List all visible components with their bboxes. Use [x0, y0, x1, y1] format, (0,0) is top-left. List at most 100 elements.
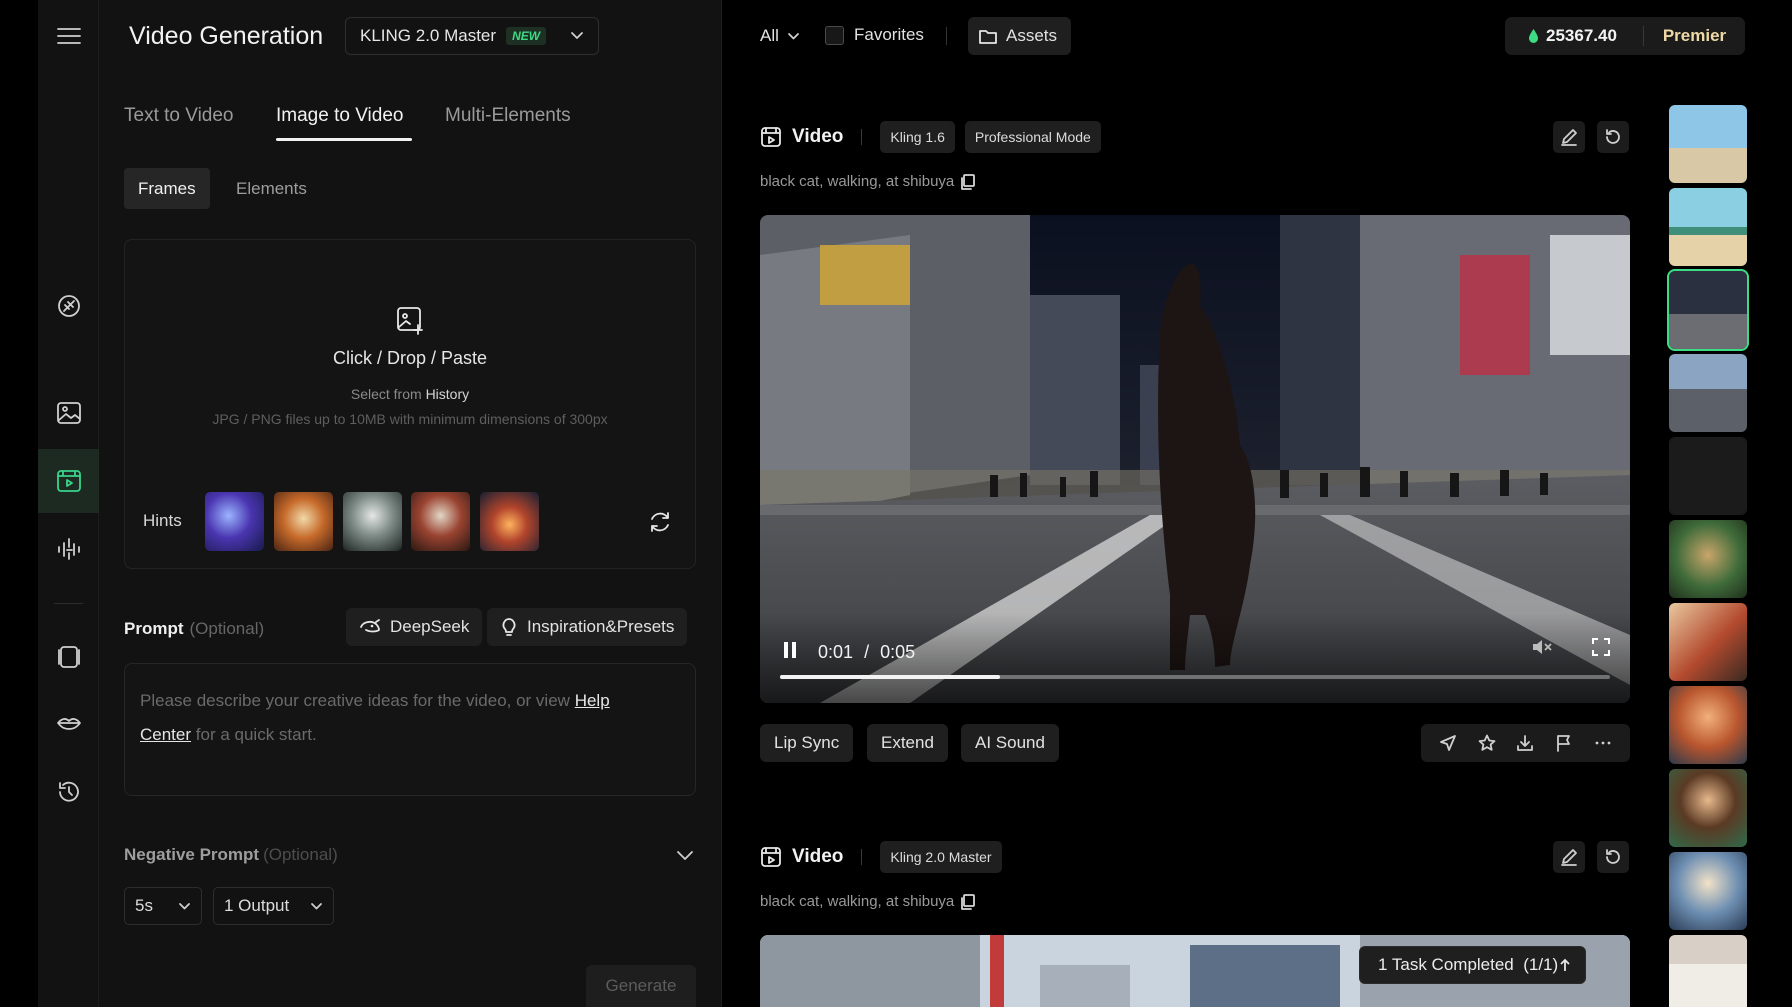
fullscreen-icon[interactable]: [1592, 638, 1610, 656]
arrow-up-icon: [1560, 958, 1570, 971]
refresh-icon[interactable]: [648, 510, 672, 534]
credit-drop-icon: [1529, 29, 1538, 43]
layers-icon: [57, 646, 80, 668]
history-thumbnail[interactable]: [1669, 603, 1747, 681]
task-completed-toast[interactable]: 1 Task Completed (1/1): [1359, 946, 1586, 984]
lip-sync-button[interactable]: Lip Sync: [760, 724, 854, 762]
history-thumbnail[interactable]: [1669, 769, 1747, 847]
time-total: 0:05: [880, 642, 916, 662]
history-thumbnail[interactable]: [1669, 520, 1747, 598]
deepseek-button[interactable]: DeepSeek: [346, 608, 483, 646]
lightbulb-icon: [502, 618, 516, 636]
pause-icon[interactable]: [782, 641, 798, 659]
nav-lipsync[interactable]: [38, 692, 99, 756]
hint-thumbnail[interactable]: [205, 492, 264, 551]
duration-value: 5s: [135, 896, 153, 915]
generate-button[interactable]: Generate: [586, 965, 696, 1007]
nav-video[interactable]: [38, 449, 99, 513]
assets-button[interactable]: Assets: [968, 17, 1071, 55]
pencil-icon: [1561, 849, 1577, 866]
tab-text-to-video[interactable]: Text to Video: [124, 105, 234, 127]
assets-label: Assets: [1006, 26, 1058, 45]
star-icon[interactable]: [1478, 734, 1496, 752]
ai-sound-button[interactable]: AI Sound: [961, 724, 1059, 762]
hint-thumbnail[interactable]: [343, 492, 402, 551]
favorites-checkbox[interactable]: [825, 25, 844, 45]
hint-thumbnail[interactable]: [411, 492, 470, 551]
duration-select[interactable]: 5s: [124, 887, 202, 925]
download-icon[interactable]: [1516, 734, 1534, 752]
active-tab-indicator: [276, 138, 412, 141]
prompt-label: Prompt (Optional): [124, 619, 264, 639]
history-thumbnail-placeholder[interactable]: [1669, 437, 1747, 515]
frame-right: [1756, 0, 1792, 1007]
copy-icon[interactable]: [960, 893, 976, 910]
time-separator: /: [864, 642, 870, 662]
history-link[interactable]: History: [426, 386, 470, 402]
history-thumbnail[interactable]: [1669, 354, 1747, 432]
tab-image-to-video[interactable]: Image to Video: [276, 105, 403, 127]
card-title: Video: [792, 126, 844, 147]
nav-explore[interactable]: [38, 274, 99, 338]
edit-button[interactable]: [1553, 841, 1585, 873]
help-center-link[interactable]: Help: [575, 691, 610, 710]
output-count-select[interactable]: 1 Output: [213, 887, 334, 925]
favorites-filter[interactable]: Favorites: [825, 25, 924, 45]
hint-thumbnail[interactable]: [480, 492, 539, 551]
history-thumbnail[interactable]: [1669, 105, 1747, 183]
presets-label: Inspiration&Presets: [527, 617, 675, 636]
nav-history[interactable]: [38, 760, 99, 824]
time-current: 0:01: [818, 642, 854, 662]
regenerate-button[interactable]: [1597, 841, 1629, 873]
video-action-group: [1421, 724, 1630, 762]
history-thumbnail[interactable]: [1669, 852, 1747, 930]
image-upload-area[interactable]: Click / Drop / Paste Select from History…: [124, 239, 696, 569]
tab-multi-elements[interactable]: Multi-Elements: [445, 105, 571, 127]
new-badge: NEW: [506, 27, 547, 45]
chevron-down-icon: [179, 902, 190, 909]
history-thumbnail[interactable]: [1669, 686, 1747, 764]
video-timecode: 0:01 / 0:05: [818, 642, 915, 663]
negative-prompt-toggle[interactable]: Negative Prompt (Optional): [124, 845, 338, 865]
more-icon[interactable]: [1594, 734, 1612, 752]
copy-icon[interactable]: [960, 173, 976, 190]
model-dropdown[interactable]: KLING 2.0 Master NEW: [345, 17, 599, 55]
extend-button[interactable]: Extend: [867, 724, 948, 762]
edit-button[interactable]: [1553, 121, 1585, 153]
menu-button[interactable]: [38, 4, 99, 68]
credits-display[interactable]: 25367.40 Premier: [1505, 17, 1745, 55]
hint-thumbnail[interactable]: [274, 492, 333, 551]
rail-divider: [54, 603, 83, 604]
subtab-frames[interactable]: Frames: [124, 168, 210, 209]
video-progress-fill: [780, 675, 1000, 679]
video-card-header: Video Kling 1.6 Professional Mode: [760, 121, 1101, 153]
filter-dropdown[interactable]: All: [760, 26, 800, 46]
subtab-elements[interactable]: Elements: [222, 168, 321, 209]
help-center-link[interactable]: Center: [140, 725, 191, 744]
nav-image[interactable]: [38, 381, 99, 445]
history-thumbnail[interactable]: [1669, 188, 1747, 266]
nav-assets[interactable]: [38, 625, 99, 689]
hints-label: Hints: [143, 511, 182, 530]
flag-icon[interactable]: [1555, 734, 1573, 752]
premier-badge[interactable]: Premier: [1644, 26, 1745, 46]
history-icon: [58, 781, 79, 802]
nav-rail: [38, 0, 99, 1007]
pencil-icon: [1561, 129, 1577, 146]
history-thumbnail-selected[interactable]: [1667, 269, 1749, 351]
nav-audio[interactable]: [38, 517, 99, 581]
lips-icon: [56, 718, 81, 730]
audio-wave-icon: [57, 538, 80, 560]
prompt-textarea[interactable]: Please describe your creative ideas for …: [124, 663, 696, 796]
chevron-down-icon: [788, 32, 799, 39]
history-thumbnail[interactable]: [1669, 935, 1747, 1007]
inspiration-presets-button[interactable]: Inspiration&Presets: [487, 608, 688, 646]
muted-volume-icon[interactable]: [1531, 637, 1553, 657]
folder-icon: [979, 30, 997, 44]
select-prefix: Select from: [350, 386, 422, 402]
regenerate-button[interactable]: [1597, 121, 1629, 153]
video-player[interactable]: 0:01 / 0:05: [760, 215, 1630, 703]
video-progress-bar[interactable]: [780, 675, 1610, 679]
chevron-down-icon[interactable]: [676, 850, 694, 862]
send-icon[interactable]: [1439, 734, 1457, 752]
